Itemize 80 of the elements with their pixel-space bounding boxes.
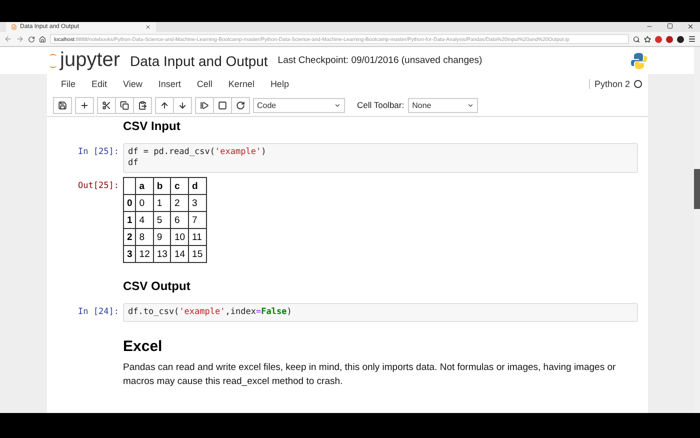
menu-item[interactable]: Help bbox=[262, 79, 297, 89]
toolbar-button[interactable] bbox=[213, 96, 232, 114]
page-icon bbox=[11, 24, 17, 30]
table-cell: 12 bbox=[136, 246, 154, 262]
close-icon[interactable] bbox=[145, 24, 151, 30]
cell-type-select[interactable]: Code bbox=[253, 98, 345, 112]
stop-icon bbox=[218, 100, 227, 110]
checkpoint-status: Last Checkpoint: 09/01/2016 (unsaved changes) bbox=[278, 55, 484, 66]
row-index: 3 bbox=[124, 246, 136, 262]
home-icon[interactable] bbox=[39, 36, 46, 42]
toolbar-button[interactable] bbox=[155, 96, 174, 114]
menu-item[interactable]: File bbox=[53, 79, 84, 89]
menu-icon[interactable] bbox=[688, 35, 696, 43]
notebook-name[interactable]: Data Input and Output bbox=[130, 52, 268, 68]
input-prompt: In [24]: bbox=[77, 306, 120, 319]
table-cell: 13 bbox=[153, 246, 171, 262]
table-cell: 14 bbox=[170, 246, 189, 262]
toolbar-button[interactable] bbox=[195, 96, 214, 114]
plus-icon bbox=[80, 100, 89, 110]
table-cell: 7 bbox=[188, 212, 206, 228]
code-cell[interactable]: df = pd.read_csv('example') df bbox=[123, 143, 638, 173]
table-cell: 8 bbox=[136, 228, 154, 246]
menu-item[interactable]: Edit bbox=[84, 79, 116, 89]
paste-icon bbox=[138, 100, 147, 110]
table-cell: 2 bbox=[170, 194, 189, 212]
toolbar-button[interactable] bbox=[97, 96, 116, 114]
menu-item[interactable]: View bbox=[115, 79, 150, 89]
reload-icon[interactable] bbox=[28, 36, 35, 42]
restart-icon bbox=[236, 100, 245, 110]
table-cell: 6 bbox=[170, 212, 189, 228]
menu-item[interactable]: Insert bbox=[150, 79, 189, 89]
toolbar-button[interactable] bbox=[173, 96, 192, 114]
arrow-up-icon bbox=[160, 100, 169, 110]
kernel-indicator: Python 2 bbox=[589, 79, 642, 89]
table-cell: 4 bbox=[136, 212, 154, 228]
table-cell: 5 bbox=[153, 212, 171, 228]
minimize-icon[interactable] bbox=[646, 23, 653, 30]
cell-toolbar-select[interactable]: None bbox=[408, 98, 478, 112]
caret-icon bbox=[467, 102, 474, 108]
table-cell: 9 bbox=[153, 228, 171, 246]
menu-item[interactable]: Cell bbox=[188, 79, 220, 89]
column-header: a bbox=[136, 178, 154, 194]
save-icon bbox=[58, 100, 67, 110]
table-cell: 0 bbox=[136, 194, 154, 212]
close-icon[interactable] bbox=[687, 23, 694, 30]
search-icon[interactable] bbox=[633, 36, 640, 42]
table-cell: 11 bbox=[188, 228, 206, 246]
caret-icon bbox=[334, 102, 341, 108]
jupyter-logo[interactable]: jupyter bbox=[48, 49, 120, 72]
input-prompt: In [25]: bbox=[77, 146, 120, 159]
paragraph: Pandas can read and write excel files, keep in mind, this only imports data. Not formulas or images, having images or macros may cause this read_excel method to crash. bbox=[123, 361, 617, 389]
section-heading: Excel bbox=[123, 338, 164, 355]
toolbar-button[interactable] bbox=[115, 96, 134, 114]
toolbar-button[interactable] bbox=[133, 96, 152, 114]
section-heading: CSV Input bbox=[123, 119, 182, 133]
copy-icon bbox=[120, 100, 129, 110]
table-cell: 10 bbox=[170, 228, 189, 246]
output-prompt: Out[25]: bbox=[77, 180, 120, 193]
row-index: 1 bbox=[124, 212, 136, 228]
maximize-icon[interactable] bbox=[667, 23, 673, 29]
cell-toolbar-label: Cell Toolbar: bbox=[357, 100, 404, 110]
menu-item[interactable]: Kernel bbox=[220, 79, 262, 89]
star-icon[interactable] bbox=[644, 36, 651, 42]
column-header: d bbox=[188, 178, 206, 194]
toolbar-button[interactable] bbox=[231, 96, 250, 114]
row-index: 2 bbox=[124, 228, 136, 246]
table-cell: 1 bbox=[153, 194, 171, 212]
code-cell[interactable]: df.to_csv('example',index=False) bbox=[123, 303, 638, 322]
python-logo bbox=[630, 52, 648, 70]
table-cell: 15 bbox=[188, 246, 206, 262]
column-header: c bbox=[170, 178, 189, 194]
step-forward-icon bbox=[200, 100, 209, 110]
scissors-icon bbox=[102, 100, 111, 110]
section-heading: CSV Output bbox=[123, 279, 192, 293]
toolbar-button[interactable] bbox=[53, 96, 72, 114]
toolbar-button[interactable] bbox=[75, 96, 94, 114]
column-header: b bbox=[153, 178, 171, 194]
table-cell: 3 bbox=[188, 194, 206, 212]
arrow-down-icon bbox=[178, 100, 187, 110]
row-index: 0 bbox=[124, 194, 136, 212]
